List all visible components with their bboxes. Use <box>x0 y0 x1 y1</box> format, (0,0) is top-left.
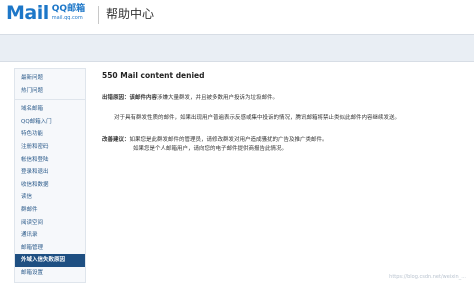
logo-sub: QQ邮箱 mail.qq.com <box>52 4 85 22</box>
reason-detail: 对于具有群发性质的邮件，如果出现用户普遍表示反感或集中投诉的情况，腾讯邮箱将禁止… <box>114 115 401 121</box>
suggestion-label: 改善建议： <box>102 137 130 143</box>
reason-paragraph: 出错原因：该邮件内容涉嫌大量群发，并且被多数用户投诉为垃圾邮件。 <box>102 94 278 103</box>
sidebar: 最新问题 热门问题 域名邮箱 QQ邮箱入门 特色功能 注册和密码 帐信和登陆 登… <box>14 68 86 283</box>
page-title: 帮助中心 <box>106 7 155 21</box>
sidebar-item-settings[interactable]: 邮箱设置 <box>15 267 85 280</box>
sidebar-item-receive[interactable]: 收信和数据 <box>15 179 85 192</box>
logo-qq-text: QQ邮箱 <box>51 4 86 14</box>
qq-mail-logo[interactable]: Mail QQ邮箱 mail.qq.com <box>6 2 85 30</box>
suggestion-paragraph: 改善建议：如果您是此群发邮件的管理员，请修改群发对用户造成骚扰的广告及推广类邮件… <box>102 136 328 145</box>
logo-url-text: mail.qq.com <box>51 15 83 21</box>
error-title: 550 Mail content denied <box>102 71 205 80</box>
reason-bold-text: 该邮件内容 <box>129 95 158 101</box>
logo-mail-text: Mail <box>6 2 49 24</box>
header-divider <box>98 6 99 24</box>
suggestion-detail: 如果您是个人邮箱用户，请向您的电子邮件提供商报告此情况。 <box>133 146 288 152</box>
sidebar-item-group-mail[interactable]: 群邮件 <box>15 204 85 217</box>
sidebar-item-reading-space[interactable]: 阅读空间 <box>15 217 85 230</box>
sidebar-item-account[interactable]: 帐信和登陆 <box>15 154 85 167</box>
sidebar-item-mailbox-mgmt[interactable]: 邮箱管理 <box>15 242 85 255</box>
sidebar-group-top: 最新问题 热门问题 <box>15 69 85 101</box>
reason-text: 涉嫌大量群发，并且被多数用户投诉为垃圾邮件。 <box>157 95 279 101</box>
sidebar-item-contacts[interactable]: 通讯录 <box>15 229 85 242</box>
sidebar-item-getting-started[interactable]: QQ邮箱入门 <box>15 116 85 129</box>
watermark: https://blog.csdn.net/weixin_... <box>389 274 466 280</box>
reason-label: 出错原因： <box>102 95 130 101</box>
sidebar-item-domain-mail[interactable]: 域名邮箱 <box>15 103 85 116</box>
page-header: Mail QQ邮箱 mail.qq.com 帮助中心 <box>0 0 474 34</box>
sidebar-group-topics: 域名邮箱 QQ邮箱入门 特色功能 注册和密码 帐信和登陆 登录和退出 收信和数据… <box>15 100 85 281</box>
sidebar-item-latest[interactable]: 最新问题 <box>15 72 85 85</box>
sidebar-item-hot[interactable]: 热门问题 <box>15 85 85 98</box>
sidebar-item-read[interactable]: 读信 <box>15 191 85 204</box>
main-content: 550 Mail content denied 出错原因：该邮件内容涉嫌大量群发… <box>102 68 464 152</box>
suggestion-text: 如果您是此群发邮件的管理员，请修改群发对用户造成骚扰的广告及推广类邮件。 <box>129 137 328 143</box>
top-band <box>0 34 474 62</box>
sidebar-item-delivery-failure[interactable]: 外域入信失败原因 <box>15 254 85 267</box>
sidebar-item-register[interactable]: 注册和密码 <box>15 141 85 154</box>
sidebar-item-features[interactable]: 特色功能 <box>15 128 85 141</box>
sidebar-item-login[interactable]: 登录和退出 <box>15 166 85 179</box>
